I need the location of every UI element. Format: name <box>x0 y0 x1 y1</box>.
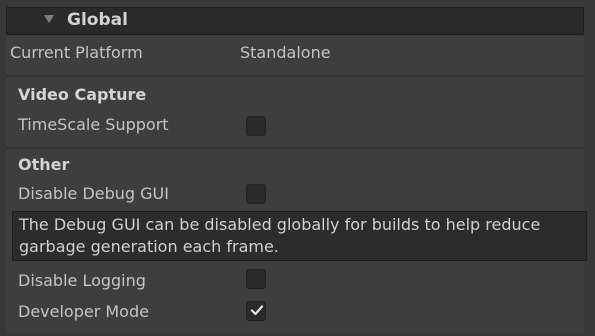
checkmark-icon <box>250 305 264 316</box>
timescale-support-checkbox[interactable] <box>246 116 266 136</box>
developer-mode-checkbox[interactable] <box>246 301 266 321</box>
global-foldout-header[interactable]: Global <box>6 7 584 35</box>
foldout-title: Global <box>67 10 128 30</box>
global-settings-panel: Current Platform Standalone Video Captur… <box>6 36 587 334</box>
timescale-support-label: TimeScale Support <box>18 115 169 134</box>
current-platform-row: Current Platform Standalone <box>6 43 584 73</box>
foldout-arrow-icon[interactable] <box>44 15 54 23</box>
other-heading: Other <box>18 155 70 174</box>
section-divider <box>6 75 584 77</box>
help-box: The Debug GUI can be disabled globally f… <box>12 211 587 261</box>
disable-debug-gui-label: Disable Debug GUI <box>18 184 169 203</box>
disable-logging-label: Disable Logging <box>18 271 146 290</box>
inspector-window: Global Current Platform Standalone Video… <box>0 0 595 336</box>
developer-mode-label: Developer Mode <box>18 302 149 321</box>
disable-logging-checkbox[interactable] <box>246 269 266 289</box>
current-platform-value: Standalone <box>240 43 331 62</box>
video-capture-heading: Video Capture <box>18 85 147 104</box>
disable-debug-gui-checkbox[interactable] <box>246 184 266 204</box>
current-platform-label: Current Platform <box>10 43 143 62</box>
help-text: The Debug GUI can be disabled globally f… <box>19 215 541 256</box>
section-divider <box>6 147 584 149</box>
